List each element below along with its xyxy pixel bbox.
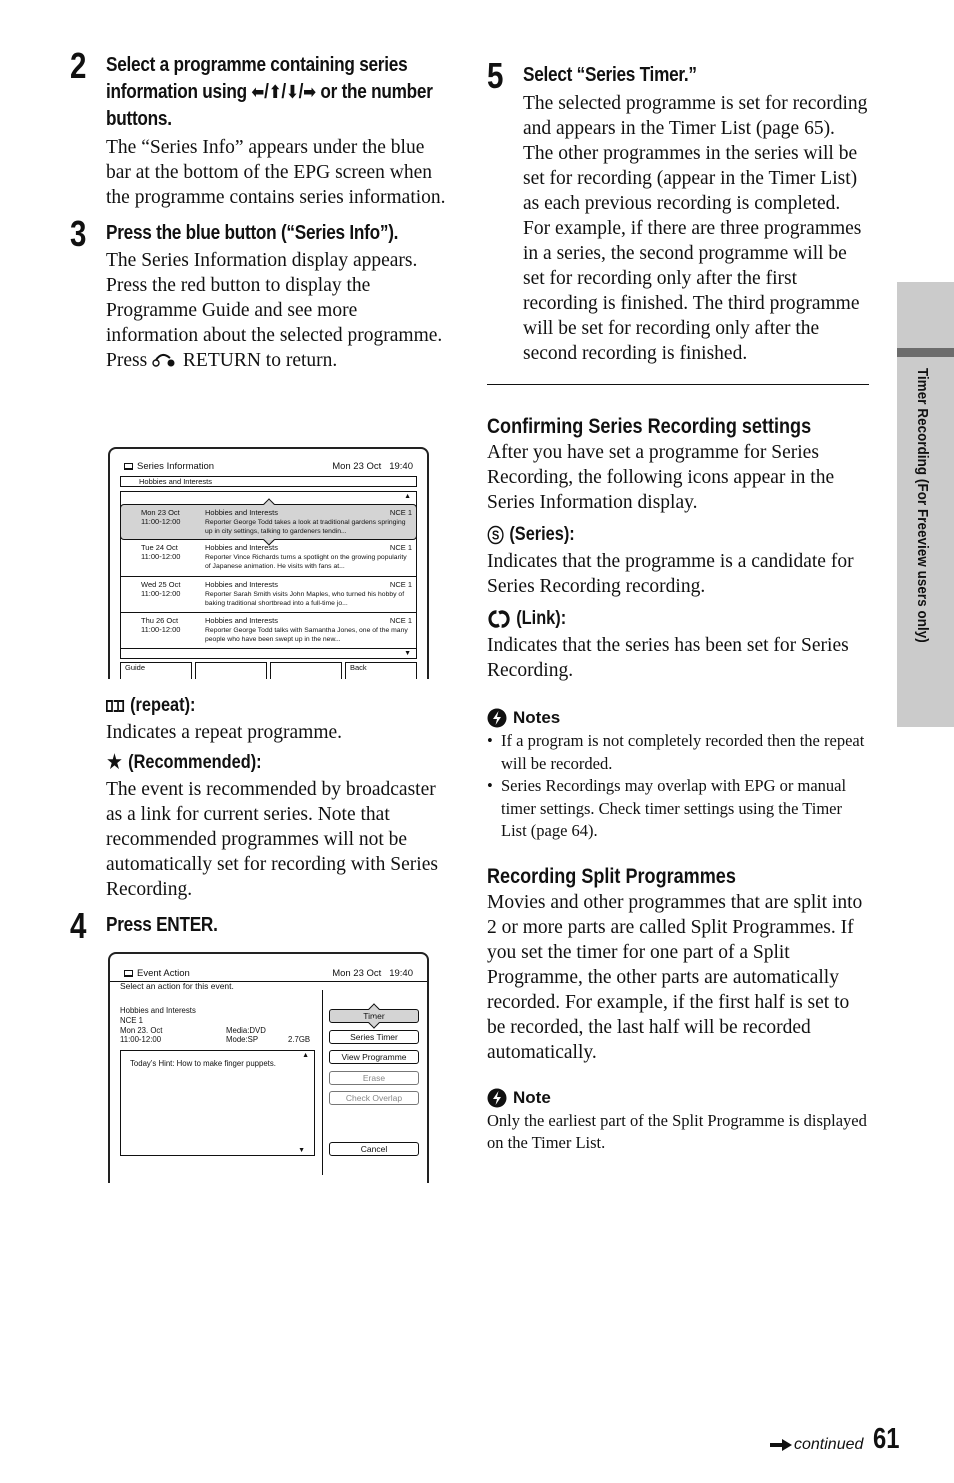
link-heading: (Link): — [487, 607, 868, 631]
notes-heading: Notes — [487, 707, 869, 729]
erase-button[interactable]: Erase — [329, 1071, 419, 1085]
programme-row[interactable]: Thu 26 Oct 11:00-12:00 Hobbies and Intere… — [121, 612, 416, 648]
programme-row[interactable]: Mon 23 Oct 11:00-12:00 Hobbies and Intere… — [120, 498, 417, 546]
color-button-3[interactable] — [270, 662, 342, 679]
monitor-icon — [124, 463, 133, 470]
star-icon: ★ — [106, 750, 123, 775]
screen-time: 19:40 — [389, 461, 413, 472]
step-number: 3 — [70, 213, 87, 254]
programme-row[interactable]: Wed 25 Oct 11:00-12:00 Hobbies and Intere… — [121, 576, 416, 612]
arrow-right-icon: ➡ — [303, 82, 316, 103]
series-description: Indicates that the programme is a candid… — [487, 551, 854, 597]
link-description: Indicates that the series has been set f… — [487, 635, 849, 681]
notes-list: If a program is not completely recorded … — [487, 730, 869, 843]
step-4: 4 Press ENTER. — [70, 908, 451, 944]
event-action-screen: Event Action Mon 23 Oct 19:40 Select an … — [108, 952, 429, 1183]
repeat-icon — [106, 700, 125, 712]
note-body: Only the earliest part of the Split Prog… — [487, 1110, 867, 1153]
series-heading: S (Series): — [487, 523, 868, 547]
continued-indicator: continued — [770, 1436, 863, 1454]
scroll-up-icon[interactable]: ▲ — [404, 493, 411, 500]
programme-list: ▲ Mon 23 Oct 11:00-12:00 Hobbies and Inte… — [120, 491, 417, 659]
recommended-heading: ★ (Recommended): — [106, 750, 262, 775]
step-title: Select “Series Timer.” — [523, 64, 697, 86]
section-divider — [487, 384, 869, 385]
arrow-right-icon — [770, 1439, 792, 1451]
step-title: Press ENTER. — [106, 914, 218, 936]
step-number: 2 — [70, 45, 87, 86]
screen-title: Event Action — [137, 968, 190, 979]
series-timer-button[interactable]: Series Timer — [329, 1030, 419, 1044]
step-title: Press the blue button (“Series Info”). — [106, 222, 399, 244]
screen-title: Series Information — [137, 461, 215, 472]
back-button[interactable]: Back — [345, 662, 417, 679]
step-body: The Series Information display appears. … — [106, 250, 443, 371]
note-icon — [487, 1088, 507, 1107]
step-body-example: For example, if there are three programm… — [523, 218, 862, 364]
scroll-down-icon[interactable]: ▼ — [404, 650, 411, 657]
step-number: 5 — [487, 55, 504, 96]
chapter-side-tab: Timer Recording (For Freeview users only… — [897, 282, 954, 727]
guide-button[interactable]: Guide — [120, 662, 192, 679]
repeat-description: Indicates a repeat programme. — [106, 722, 343, 743]
left-column: 2 Select a programme containing series i… — [70, 48, 450, 373]
return-icon — [152, 354, 175, 367]
series-icon: S — [487, 525, 504, 545]
split-body: Movies and other programmes that are spl… — [487, 891, 863, 1063]
series-information-screen: Series Information Mon 23 Oct 19:40 Hobb… — [108, 447, 429, 679]
right-column: 5 Select “Series Timer.” The selected pr… — [487, 52, 869, 1155]
screen-date: Mon 23 Oct — [332, 461, 382, 472]
screen-header: Series Information Mon 23 Oct 19:40 — [124, 461, 413, 472]
view-programme-button[interactable]: View Programme — [329, 1050, 419, 1064]
list-footer — [121, 648, 416, 660]
step-title: Select a programme containing series inf… — [106, 54, 433, 130]
arrow-left-icon: ⬅ — [251, 82, 265, 103]
link-icon — [488, 610, 510, 628]
step-3: 3 Press the blue button (“Series Info”).… — [70, 216, 450, 373]
note-item: Series Recordings may overlap with EPG o… — [487, 775, 869, 843]
hint-box: ▲ Today’s Hint: How to make finger puppe… — [120, 1050, 315, 1156]
page-number: 61 — [873, 1423, 900, 1455]
arrow-down-icon: ⬇ — [285, 82, 299, 103]
confirming-heading: Confirming Series Recording settings — [487, 415, 812, 438]
recommended-description: The event is recommended by broadcaster … — [106, 779, 438, 900]
repeat-heading: (repeat): — [106, 694, 450, 718]
icon-legend-left: (repeat): Indicates a repeat programme. … — [70, 694, 451, 944]
color-button-2[interactable] — [195, 662, 267, 679]
column-divider — [322, 990, 323, 1175]
timer-button[interactable]: Timer — [329, 1003, 419, 1029]
event-details: Hobbies and Interests NCE 1 Mon 23. Oct M… — [120, 1006, 311, 1045]
cancel-button[interactable]: Cancel — [329, 1142, 419, 1156]
note-item: If a program is not completely recorded … — [487, 730, 869, 775]
series-glyph: S — [492, 528, 499, 543]
split-heading: Recording Split Programmes — [487, 864, 736, 888]
side-tab-marker — [897, 348, 954, 357]
page-footer: continued 61 — [770, 1424, 906, 1454]
hint-text: Today’s Hint: How to make finger puppets… — [130, 1059, 276, 1068]
step-body: The selected programme is set for record… — [523, 93, 868, 214]
check-overlap-button[interactable]: Check Overlap — [329, 1091, 419, 1105]
arrow-up-icon: ⬆ — [268, 82, 282, 103]
screen-header: Event Action Mon 23 Oct 19:40 — [124, 968, 413, 979]
side-tab-label: Timer Recording (For Freeview users only… — [914, 368, 930, 643]
screen-date: Mon 23 Oct — [332, 968, 382, 979]
step-body: The “Series Info” appears under the blue… — [106, 137, 446, 208]
programme-row[interactable]: Tue 24 Oct 11:00-12:00 Hobbies and Intere… — [121, 540, 416, 576]
step-number: 4 — [70, 905, 87, 946]
scroll-up-icon[interactable]: ▲ — [302, 1052, 309, 1059]
genre-bar: Hobbies and Interests — [120, 476, 417, 487]
screen-time: 19:40 — [389, 968, 413, 979]
step-5: 5 Select “Series Timer.” The selected pr… — [487, 58, 869, 366]
monitor-icon — [124, 970, 133, 977]
notes-icon — [487, 708, 507, 728]
color-button-bar: Guide Back — [120, 662, 417, 679]
action-prompt: Select an action for this event. — [120, 981, 234, 991]
note-heading: Note — [487, 1087, 869, 1109]
step-2: 2 Select a programme containing series i… — [70, 48, 450, 210]
confirming-body: After you have set a programme for Serie… — [487, 442, 835, 513]
scroll-down-icon[interactable]: ▼ — [298, 1147, 305, 1154]
